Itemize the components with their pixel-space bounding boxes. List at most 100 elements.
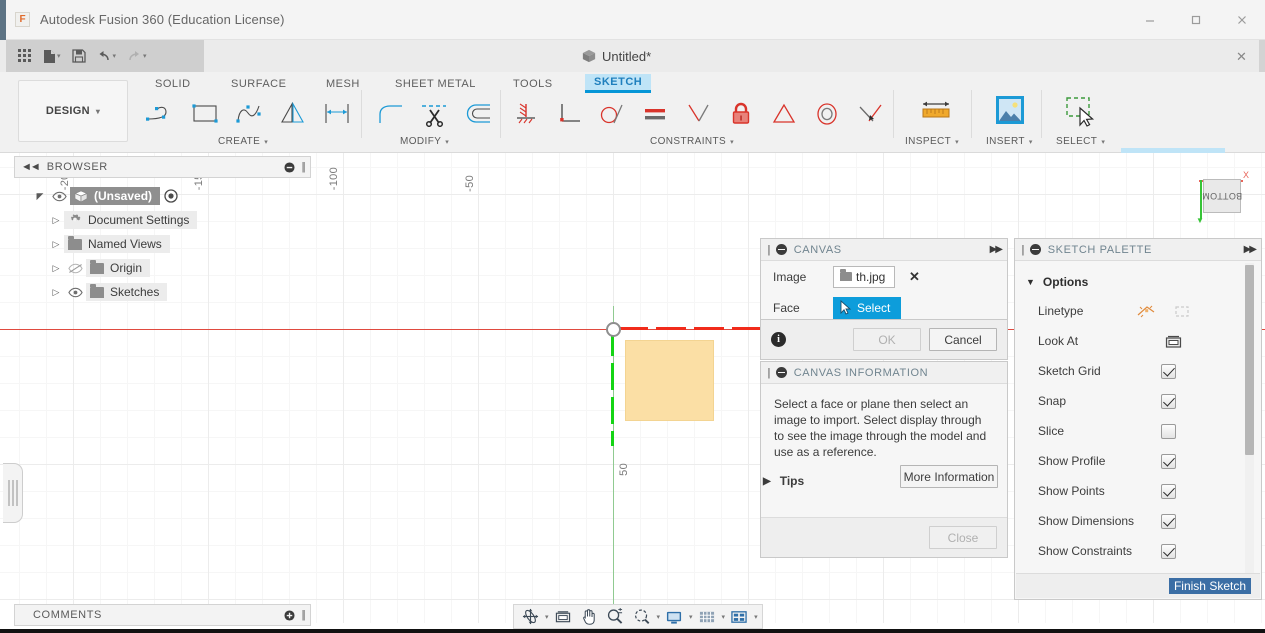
expand-triangle-icon[interactable]: ▷: [48, 239, 64, 250]
info-icon[interactable]: i: [771, 332, 786, 347]
tab-surface[interactable]: SURFACE: [222, 74, 295, 93]
tree-item-unsaved[interactable]: ◤ (Unsaved): [14, 184, 311, 208]
minimize-button[interactable]: [1127, 0, 1173, 40]
canvas-dialog-expand-icon[interactable]: ▶▶: [990, 244, 1003, 255]
expand-triangle-icon[interactable]: ▷: [48, 215, 64, 226]
canvas-information-header[interactable]: || CANVAS INFORMATION: [761, 362, 1007, 384]
close-button[interactable]: [1219, 0, 1265, 40]
image-file-chip[interactable]: th.jpg: [833, 265, 895, 288]
offset-icon[interactable]: [456, 94, 502, 134]
sketch-grid-checkbox[interactable]: [1161, 363, 1176, 379]
show-points-checkbox[interactable]: [1161, 483, 1176, 499]
browser-collapse-icon[interactable]: ◄◄: [21, 161, 41, 173]
design-workspace-selector[interactable]: DESIGN ▾: [18, 80, 128, 142]
visibility-eye-icon[interactable]: [64, 287, 86, 298]
tree-item-named-views[interactable]: ▷ Named Views: [14, 232, 311, 256]
inspect-measure-icon[interactable]: [904, 88, 968, 134]
tangent-icon[interactable]: [589, 94, 635, 134]
redo-icon[interactable]: ▾: [123, 43, 151, 69]
canvas-dialog-collapse-icon[interactable]: [775, 244, 787, 255]
panel-drag-handle[interactable]: [3, 463, 23, 523]
perpendicular-icon[interactable]: [546, 94, 592, 134]
grid-settings-caret-icon[interactable]: ▾: [722, 613, 726, 621]
undo-icon[interactable]: ▾: [93, 43, 121, 69]
zoom-window-icon[interactable]: [629, 605, 655, 628]
tab-sheet-metal[interactable]: SHEET METAL: [386, 74, 485, 93]
mirror-icon[interactable]: [270, 94, 316, 134]
coincident-icon[interactable]: [675, 94, 721, 134]
sketch-profile-region[interactable]: [625, 340, 714, 421]
tab-tools[interactable]: TOOLS: [504, 74, 562, 93]
visibility-eye-off-icon[interactable]: [64, 263, 86, 274]
close-button[interactable]: Close: [929, 526, 997, 549]
modify-group-label[interactable]: MODIFY ▾: [400, 136, 449, 147]
canvas-info-grip-icon[interactable]: ||: [767, 367, 770, 379]
origin-point[interactable]: [606, 322, 621, 337]
display-settings-caret-icon[interactable]: ▾: [689, 613, 693, 621]
canvas-info-collapse-icon[interactable]: [775, 367, 787, 378]
spline-icon[interactable]: [226, 94, 272, 134]
ok-button[interactable]: OK: [853, 328, 921, 351]
options-section-header[interactable]: ▼ Options: [1026, 268, 1256, 296]
visibility-eye-icon[interactable]: [48, 191, 70, 202]
insert-canvas-icon[interactable]: [978, 88, 1042, 134]
cancel-button[interactable]: Cancel: [929, 328, 997, 351]
palette-finish-sketch-button[interactable]: Finish Sketch: [1168, 578, 1251, 594]
app-grid-icon[interactable]: [14, 43, 36, 69]
look-at-icon[interactable]: [1164, 333, 1183, 350]
pan-icon[interactable]: [577, 605, 601, 628]
grid-settings-icon[interactable]: [694, 605, 720, 628]
trim-icon[interactable]: [412, 94, 458, 134]
expand-triangle-icon[interactable]: ▷: [48, 287, 64, 298]
fillet-icon[interactable]: [368, 94, 414, 134]
create-group-label[interactable]: CREATE ▾: [218, 136, 268, 147]
new-document-icon[interactable]: ▾: [39, 43, 65, 69]
viewports-caret-icon[interactable]: ▾: [754, 613, 758, 621]
snap-checkbox[interactable]: [1161, 393, 1176, 409]
normal-linetype-icon[interactable]: [1136, 303, 1156, 320]
equal-icon[interactable]: [632, 94, 678, 134]
document-tab[interactable]: Untitled*: [572, 40, 661, 72]
activate-component-icon[interactable]: [164, 189, 178, 203]
new-document-caret[interactable]: ▾: [57, 52, 61, 60]
rectangle-icon[interactable]: [182, 94, 228, 134]
show-constraints-checkbox[interactable]: [1161, 543, 1176, 559]
browser-grip-icon[interactable]: |||: [301, 161, 305, 173]
construction-linetype-icon[interactable]: [1172, 303, 1192, 320]
viewports-icon[interactable]: [726, 605, 752, 628]
show-dimensions-checkbox[interactable]: [1161, 513, 1176, 529]
arc-icon[interactable]: [138, 94, 184, 134]
expand-triangle-icon[interactable]: ▷: [48, 263, 64, 274]
lock-icon[interactable]: [718, 94, 764, 134]
new-tab-button[interactable]: +: [1259, 40, 1265, 72]
comments-grip-icon[interactable]: |||: [301, 609, 305, 621]
sketch-palette-expand-icon[interactable]: ▶▶: [1244, 244, 1257, 255]
constraints-group-label[interactable]: CONSTRAINTS ▾: [650, 136, 734, 147]
maximize-button[interactable]: [1173, 0, 1219, 40]
tree-item-sketches[interactable]: ▷ Sketches: [14, 280, 311, 304]
inspect-group-label[interactable]: INSPECT ▾: [905, 136, 959, 147]
zoom-icon[interactable]: [602, 605, 628, 628]
display-settings-icon[interactable]: [661, 605, 687, 628]
fix-constraint-icon[interactable]: [503, 94, 549, 134]
save-icon[interactable]: [68, 43, 90, 69]
document-tab-close-icon[interactable]: ✕: [1236, 49, 1247, 65]
tab-solid[interactable]: SOLID: [146, 74, 200, 93]
face-select-button[interactable]: Select: [833, 296, 902, 319]
dimension-icon[interactable]: [314, 94, 360, 134]
view-cube[interactable]: BOTTOM: [1202, 179, 1242, 213]
expand-triangle-icon[interactable]: ◤: [32, 191, 48, 202]
more-information-button[interactable]: More Information: [900, 465, 998, 488]
show-profile-checkbox[interactable]: [1161, 453, 1176, 469]
sketch-palette-scrollbar-thumb[interactable]: [1245, 265, 1254, 455]
orbit-caret-icon[interactable]: ▾: [545, 613, 549, 621]
tree-item-document-settings[interactable]: ▷ Document Settings: [14, 208, 311, 232]
select-group-label[interactable]: SELECT ▾: [1056, 136, 1105, 147]
concentric-icon[interactable]: [804, 94, 850, 134]
tree-item-origin[interactable]: ▷ Origin: [14, 256, 311, 280]
clear-image-icon[interactable]: ✕: [909, 269, 920, 285]
insert-group-label[interactable]: INSERT ▾: [986, 136, 1033, 147]
collinear-icon[interactable]: [847, 94, 893, 134]
sketch-palette-grip-icon[interactable]: ||: [1021, 244, 1024, 256]
symmetry-icon[interactable]: [761, 94, 807, 134]
